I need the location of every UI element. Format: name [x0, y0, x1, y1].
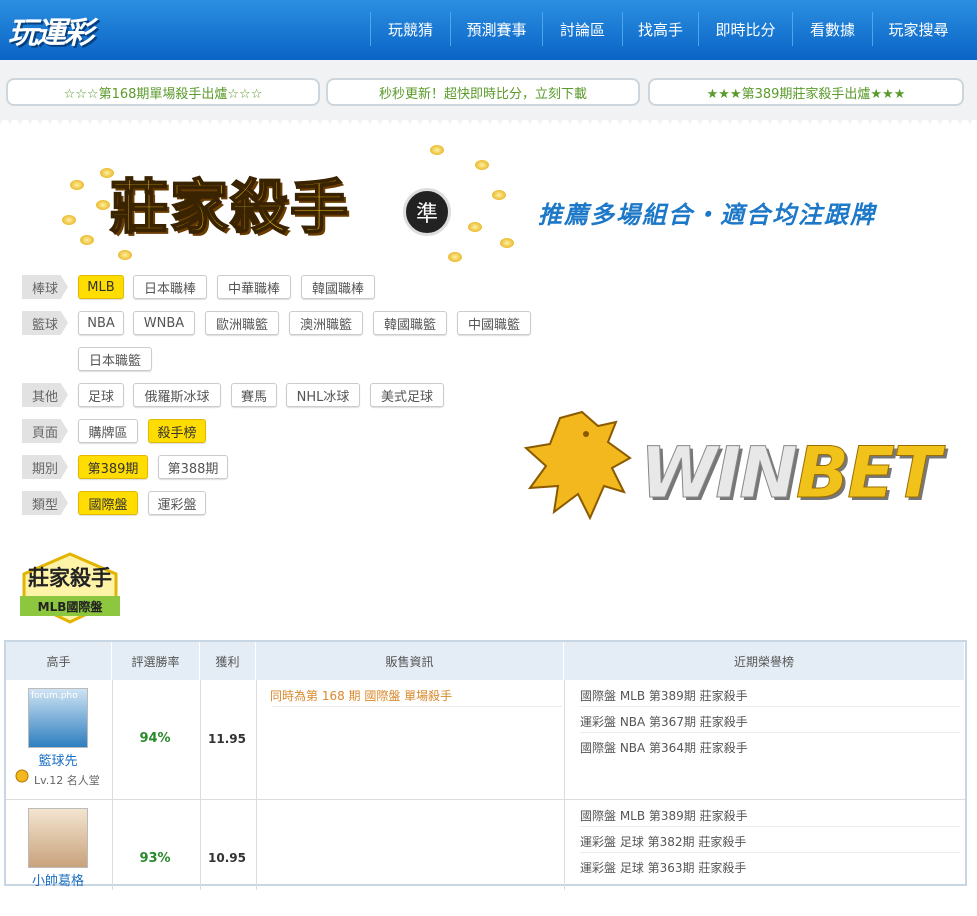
zigzag-divider	[0, 116, 977, 124]
section-badge-title: 莊家殺手	[28, 566, 112, 590]
nav-item-live-score[interactable]: 即時比分	[698, 12, 792, 46]
announcement-banker-killer[interactable]: ★★★第389期莊家殺手出爐★★★	[648, 78, 964, 106]
filter-chip-soccer[interactable]: 足球	[78, 383, 124, 407]
filter-label-page: 頁面	[22, 419, 68, 443]
nav-item-forum[interactable]: 討論區	[542, 12, 622, 46]
coin-icon	[70, 180, 84, 190]
filter-chip-khl[interactable]: 俄羅斯冰球	[133, 383, 221, 407]
filter-chip-nba[interactable]: NBA	[78, 311, 124, 335]
filter-chip-kbo[interactable]: 韓國職棒	[301, 275, 375, 299]
filter-chip-kor-basketball[interactable]: 韓國職籃	[373, 311, 447, 335]
honor-item[interactable]: 國際盤 MLB 第389期 莊家殺手	[580, 687, 748, 704]
winrate-value: 93%	[139, 850, 171, 866]
filter-label-baseball: 棒球	[22, 275, 68, 299]
nav-item-experts[interactable]: 找高手	[622, 12, 698, 46]
banner-title: 莊家殺手	[109, 172, 351, 242]
col-header-honors: 近期榮譽榜	[564, 642, 965, 680]
filter-chip-nhl[interactable]: NHL冰球	[286, 383, 360, 407]
coin-icon	[492, 190, 506, 200]
filter-chip-mlb[interactable]: MLB	[78, 275, 124, 299]
coin-icon	[430, 145, 444, 155]
coin-icon	[448, 252, 462, 262]
filter-chip-euro-basketball[interactable]: 歐洲職籃	[205, 311, 279, 335]
filter-chip-cpbl[interactable]: 中華職棒	[217, 275, 291, 299]
honor-item[interactable]: 運彩盤 NBA 第367期 莊家殺手	[580, 713, 748, 730]
announcement-live-score-download[interactable]: 秒秒更新！超快即時比分，立刻下載	[326, 78, 640, 106]
filter-chip-international[interactable]: 國際盤	[78, 491, 138, 515]
filter-chip-wnba[interactable]: WNBA	[133, 311, 195, 335]
filter-chip-american-football[interactable]: 美式足球	[370, 383, 444, 407]
filter-chip-killer-ranking[interactable]: 殺手榜	[148, 419, 206, 443]
col-header-profit: 獲利	[200, 642, 256, 680]
site-logo[interactable]: 玩運彩	[8, 8, 94, 52]
coin-icon	[500, 238, 514, 248]
filter-label-type: 類型	[22, 491, 68, 515]
coin-icon	[475, 160, 489, 170]
filter-chip-period-389[interactable]: 第389期	[78, 455, 148, 479]
accuracy-badge: 準	[403, 188, 451, 236]
profit-value: 10.95	[208, 851, 246, 865]
honor-item[interactable]: 國際盤 MLB 第389期 莊家殺手	[580, 807, 748, 824]
winbet-horse-icon	[523, 410, 632, 521]
col-header-winrate: 評選勝率	[112, 642, 200, 680]
column-divider	[256, 680, 257, 890]
winbet-logo-bet: BET	[795, 432, 941, 515]
announcement-single-killer[interactable]: ☆☆☆第168期單場殺手出爐☆☆☆	[6, 78, 320, 106]
nav-item-predict[interactable]: 預測賽事	[450, 12, 542, 46]
profit-value: 11.95	[208, 731, 246, 746]
honor-underline	[580, 732, 960, 733]
honor-underline	[580, 706, 960, 707]
filter-chip-sports-lottery[interactable]: 運彩盤	[148, 491, 206, 515]
sale-info-link[interactable]: 同時為第 168 期 國際盤 單場殺手	[270, 687, 452, 704]
nav-item-guess[interactable]: 玩競猜	[370, 12, 450, 46]
section-badge: 莊家殺手 MLB國際盤	[6, 552, 134, 630]
avatar-caption: forum.pho	[31, 691, 78, 701]
coin-icon	[80, 235, 94, 245]
col-header-expert: 高手	[6, 642, 112, 680]
avatar[interactable]: forum.pho	[28, 688, 88, 748]
nav-item-player-search[interactable]: 玩家搜尋	[872, 12, 964, 46]
nav-item-stats[interactable]: 看數據	[792, 12, 872, 46]
honor-item[interactable]: 運彩盤 足球 第382期 莊家殺手	[580, 833, 746, 850]
avatar[interactable]	[28, 808, 88, 868]
winbet-logo[interactable]: WINBET	[640, 432, 942, 515]
expert-level: Lv.12 名人堂	[34, 774, 100, 787]
filter-label-other: 其他	[22, 383, 68, 407]
col-header-sale-info: 販售資訊	[256, 642, 564, 680]
coin-icon	[468, 222, 482, 232]
filter-chip-horse-racing[interactable]: 賽馬	[231, 383, 277, 407]
coin-icon	[118, 250, 132, 260]
column-divider	[564, 680, 565, 890]
banner-slogan: 推薦多場組合・適合均注跟牌	[538, 201, 876, 229]
coin-icon	[62, 215, 76, 225]
filter-chip-jpn-basketball[interactable]: 日本職籃	[78, 347, 152, 371]
sale-underline	[272, 706, 562, 707]
honor-item[interactable]: 運彩盤 足球 第363期 莊家殺手	[580, 859, 746, 876]
filter-label-period: 期別	[22, 455, 68, 479]
honor-underline	[580, 852, 960, 853]
coin-icon	[96, 200, 110, 210]
filter-chip-period-388[interactable]: 第388期	[158, 455, 228, 479]
honor-underline	[580, 826, 960, 827]
winbet-logo-win: WIN	[640, 432, 799, 515]
section-badge-subtitle: MLB國際盤	[20, 596, 120, 616]
expert-name[interactable]: 小帥葛格	[6, 870, 110, 889]
filter-chip-npb[interactable]: 日本職棒	[133, 275, 207, 299]
filter-chip-aus-basketball[interactable]: 澳洲職籃	[289, 311, 363, 335]
filter-chip-cba[interactable]: 中國職籃	[457, 311, 531, 335]
filter-chip-purchase-area[interactable]: 購牌區	[78, 419, 138, 443]
filter-label-basketball: 籃球	[22, 311, 68, 335]
winrate-value: 94%	[139, 731, 171, 746]
medal-icon	[15, 769, 29, 783]
honor-item[interactable]: 國際盤 NBA 第364期 莊家殺手	[580, 739, 748, 756]
